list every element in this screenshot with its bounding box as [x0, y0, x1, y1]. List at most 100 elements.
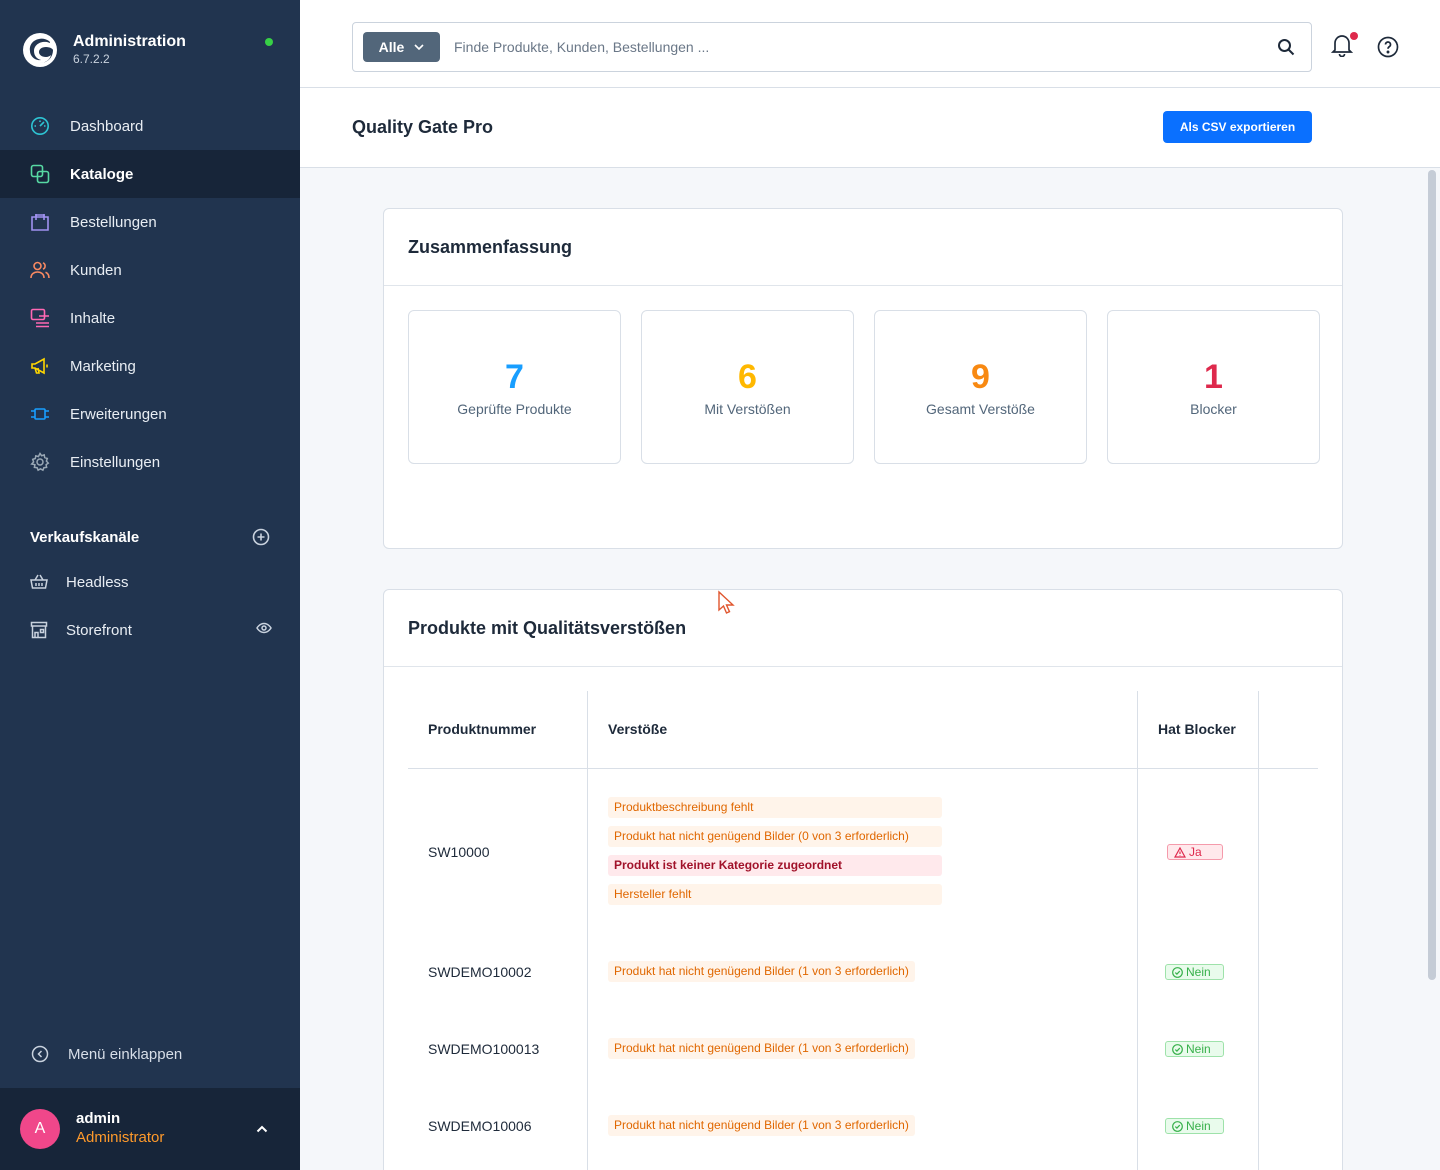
page-header: Quality Gate Pro Als CSV exportieren	[300, 88, 1440, 168]
table-row: SWDEMO100013 Produkt hat nicht genügend …	[408, 1038, 1318, 1078]
nav-item-customers[interactable]: Kunden	[0, 246, 300, 294]
user-name: admin	[76, 1110, 121, 1127]
brand[interactable]: Administration 6.7.2.2	[22, 30, 186, 70]
violations-list: Produkt hat nicht genügend Bilder (1 von…	[608, 961, 915, 982]
product-number: SWDEMO100013	[428, 1041, 540, 1057]
nav-item-label: Kunden	[70, 261, 122, 279]
main-navigation: Dashboard Kataloge Bestellungen Kunden I…	[0, 102, 300, 486]
brand-title: Administration	[73, 33, 186, 50]
search-type-label: Alle	[378, 39, 405, 55]
column-header-violations[interactable]: Verstöße	[608, 721, 667, 737]
summary-title: Zusammenfassung	[384, 209, 1342, 286]
add-sales-channel-icon[interactable]	[252, 528, 270, 546]
nav-item-label: Dashboard	[70, 117, 144, 135]
brand-version: 6.7.2.2	[73, 52, 110, 66]
stat-blockers: 1 Blocker	[1107, 310, 1320, 464]
stat-value: 6	[738, 358, 757, 396]
nav-item-label: Kataloge	[70, 165, 134, 183]
blocker-badge-label: Nein	[1186, 965, 1211, 979]
nav-item-extensions[interactable]: Erweiterungen	[0, 390, 300, 438]
chevron-left-circle-icon	[30, 1044, 50, 1064]
basket-icon	[30, 572, 48, 592]
storefront-icon	[30, 620, 48, 640]
collapse-menu-button[interactable]: Menü einklappen	[30, 1044, 182, 1064]
sidebar: Administration 6.7.2.2 Dashboard Katalog…	[0, 0, 300, 1170]
violations-list: Produktbeschreibung fehlt Produkt hat ni…	[608, 797, 942, 905]
global-search: Alle	[352, 22, 1312, 72]
product-number: SWDEMO10002	[428, 964, 532, 980]
nav-item-dashboard[interactable]: Dashboard	[0, 102, 300, 150]
violations-table: Produktnummer Verstöße Hat Blocker SW100…	[408, 691, 1318, 1170]
nav-item-label: Einstellungen	[70, 453, 161, 471]
summary-stats: 7 Geprüfte Produkte 6 Mit Verstößen 9 Ge…	[408, 310, 1320, 464]
stat-label: Gesamt Verstöße	[926, 401, 1035, 417]
gauge-icon	[30, 116, 50, 136]
violation-tag: Produkt hat nicht genügend Bilder (1 von…	[608, 961, 915, 982]
nav-item-marketing[interactable]: Marketing	[0, 342, 300, 390]
nav-item-catalogues[interactable]: Kataloge	[0, 150, 300, 198]
column-header-has-blocker[interactable]: Hat Blocker	[1158, 721, 1236, 737]
avatar: A	[20, 1109, 60, 1149]
export-csv-button[interactable]: Als CSV exportieren	[1163, 111, 1312, 143]
scrollbar[interactable]	[1428, 170, 1436, 980]
search-input[interactable]	[454, 39, 1254, 55]
product-number: SW10000	[428, 844, 490, 860]
table-header: Produktnummer Verstöße Hat Blocker	[408, 691, 1318, 769]
summary-card: Zusammenfassung 7 Geprüfte Produkte 6 Mi…	[383, 208, 1343, 549]
notification-badge	[1350, 32, 1358, 40]
sales-channels-title: Verkaufskanäle	[30, 528, 140, 546]
user-menu[interactable]: A admin Administrator	[0, 1088, 300, 1170]
table-row: SW10000 Produktbeschreibung fehlt Produk…	[408, 770, 1318, 930]
help-icon[interactable]	[1377, 36, 1399, 58]
nav-item-label: Erweiterungen	[70, 405, 167, 423]
collapse-menu-label: Menü einklappen	[68, 1045, 183, 1063]
search-type-select[interactable]: Alle	[363, 32, 440, 62]
sales-channel-headless[interactable]: Headless	[30, 570, 272, 594]
violation-tag: Produkt hat nicht genügend Bilder (1 von…	[608, 1115, 915, 1136]
check-circle-icon	[1172, 1043, 1183, 1055]
stat-label: Geprüfte Produkte	[457, 401, 572, 417]
products-title: Produkte mit Qualitätsverstößen	[384, 590, 1342, 667]
product-number: SWDEMO10006	[428, 1118, 532, 1134]
mouse-cursor-icon	[718, 590, 735, 614]
sales-channel-label: Headless	[66, 573, 129, 591]
stat-total-violations: 9 Gesamt Verstöße	[874, 310, 1087, 464]
nav-item-orders[interactable]: Bestellungen	[0, 198, 300, 246]
shopware-logo-icon	[23, 33, 57, 67]
catalog-icon	[30, 164, 50, 184]
sales-channel-storefront[interactable]: Storefront	[30, 618, 272, 642]
products-violations-card: Produkte mit Qualitätsverstößen Produktn…	[383, 589, 1343, 1170]
content-icon	[30, 308, 50, 328]
stat-label: Mit Verstößen	[704, 401, 791, 417]
nav-item-label: Inhalte	[70, 309, 116, 327]
nav-item-label: Marketing	[70, 357, 136, 375]
blocker-badge-no: Nein	[1165, 964, 1224, 980]
violation-tag: Produktbeschreibung fehlt	[608, 797, 942, 818]
sales-channels-heading: Verkaufskanäle	[30, 526, 270, 548]
violations-list: Produkt hat nicht genügend Bilder (1 von…	[608, 1038, 915, 1059]
user-role: Administrator	[76, 1129, 165, 1146]
stat-with-violations: 6 Mit Verstößen	[641, 310, 854, 464]
violation-tag-blocker: Produkt ist keiner Kategorie zugeordnet	[608, 855, 942, 876]
stat-value: 9	[971, 358, 990, 396]
search-icon[interactable]	[1277, 38, 1295, 56]
eye-icon[interactable]	[256, 622, 272, 634]
chevron-up-icon[interactable]	[256, 1125, 268, 1133]
top-bar: Alle	[300, 0, 1440, 88]
plug-icon	[30, 404, 50, 424]
nav-item-content[interactable]: Inhalte	[0, 294, 300, 342]
column-header-product-number[interactable]: Produktnummer	[428, 721, 536, 737]
nav-item-settings[interactable]: Einstellungen	[0, 438, 300, 486]
check-circle-icon	[1172, 966, 1183, 978]
chevron-down-icon	[414, 44, 424, 50]
shopping-bag-icon	[30, 212, 50, 232]
blocker-badge-no: Nein	[1165, 1118, 1224, 1134]
check-circle-icon	[1172, 1120, 1183, 1132]
stat-label: Blocker	[1190, 401, 1237, 417]
blocker-badge-label: Nein	[1186, 1042, 1211, 1056]
stat-value: 1	[1204, 358, 1223, 396]
nav-item-label: Bestellungen	[70, 213, 157, 231]
violation-tag: Produkt hat nicht genügend Bilder (0 von…	[608, 826, 942, 847]
stat-value: 7	[505, 358, 524, 396]
blocker-badge-label: Ja	[1189, 845, 1202, 859]
